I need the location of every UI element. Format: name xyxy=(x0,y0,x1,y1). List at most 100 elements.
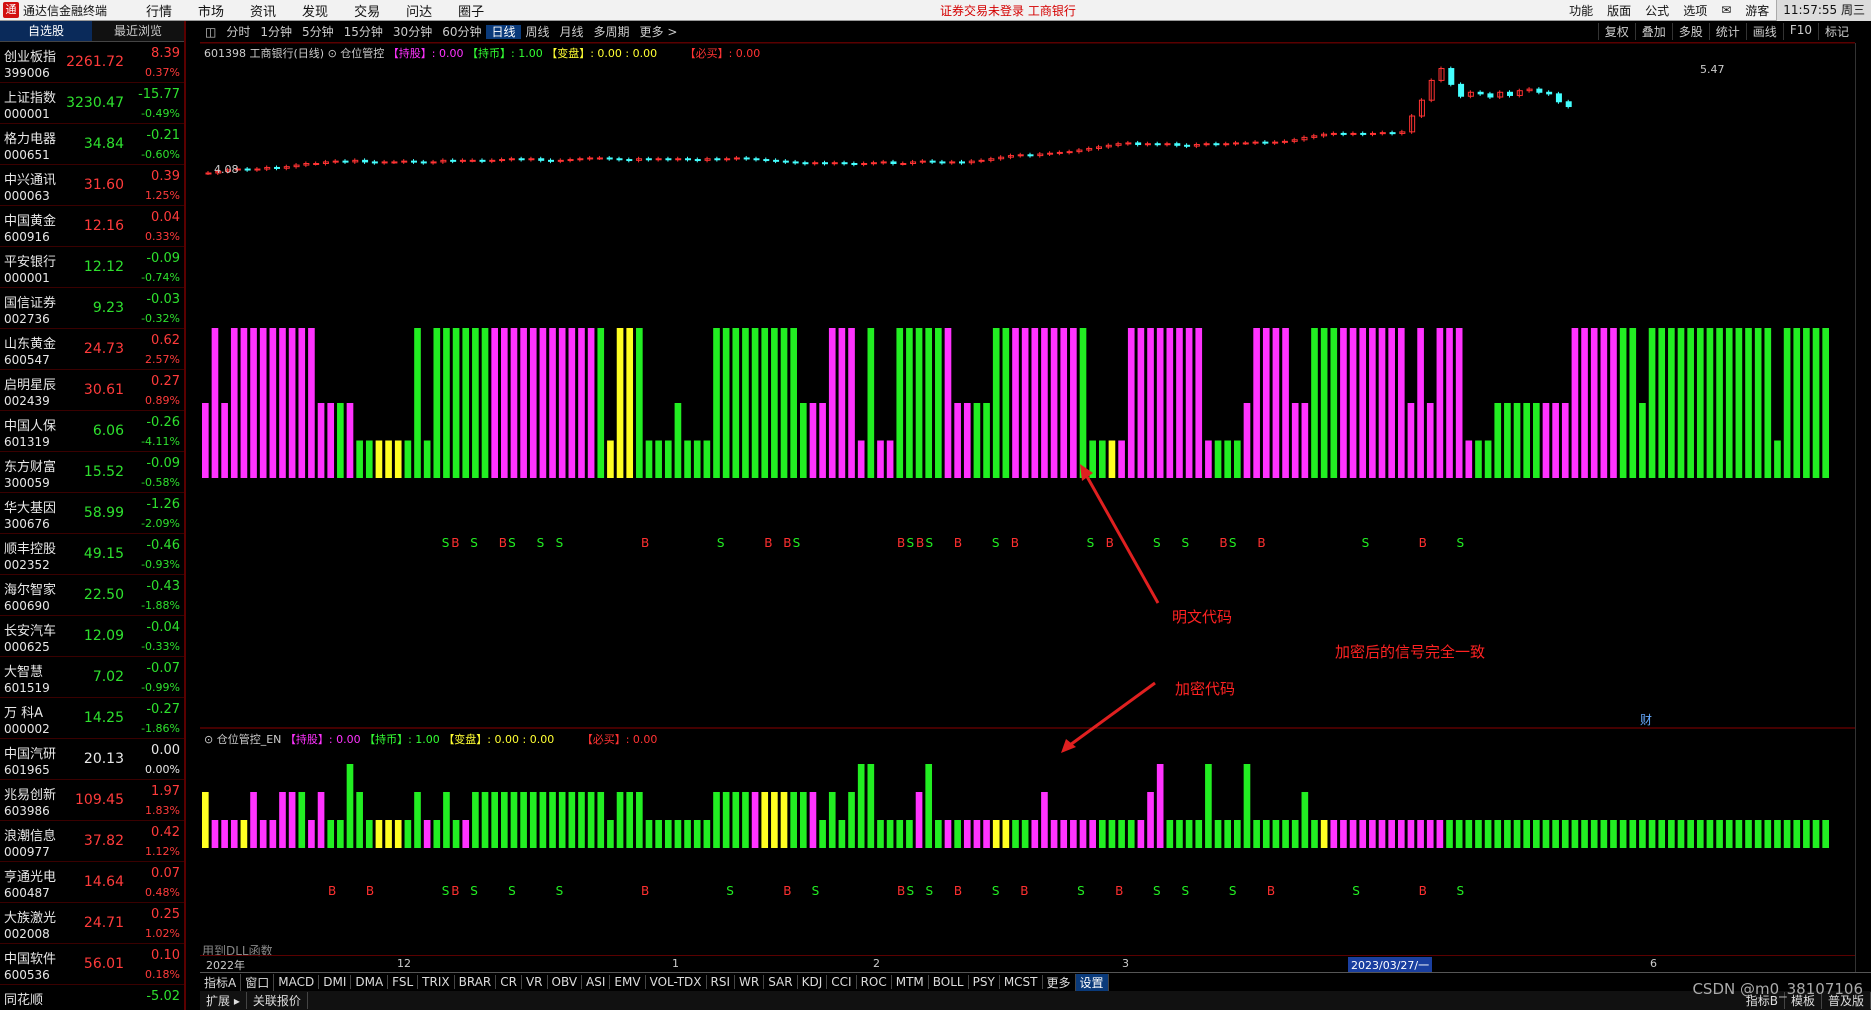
menu-item-discover[interactable]: 发现 xyxy=(289,1,341,20)
indicator-tab-10[interactable]: OBV xyxy=(548,975,583,989)
tool-6[interactable]: 标记 xyxy=(1817,23,1855,40)
watchlist-row[interactable]: 上证指数 000001 3230.47 -15.77 -0.49% xyxy=(0,83,184,124)
watchlist-row[interactable]: 启明星辰 002439 30.61 0.27 0.89% xyxy=(0,370,184,411)
mail-icon[interactable]: ✉ xyxy=(1714,3,1738,17)
period-3[interactable]: 15分钟 xyxy=(339,25,388,39)
stock-name: 中国人保 xyxy=(4,419,57,434)
watchlist-row[interactable]: 大族激光 002008 24.71 0.25 1.02% xyxy=(0,903,184,944)
indicator-tab-9[interactable]: VR xyxy=(522,975,548,989)
indicator-tab-15[interactable]: WR xyxy=(735,975,765,989)
watchlist-row[interactable]: 中兴通讯 000063 31.60 0.39 1.25% xyxy=(0,165,184,206)
chart-area[interactable]: SBSBSSSBSBBSBSBSBSBSBSSBSBSBSBBSBSSSBSBS… xyxy=(200,43,1855,963)
stock-price: 20.13 xyxy=(83,751,124,767)
watchlist-row[interactable]: 兆易创新 603986 109.45 1.97 1.83% xyxy=(0,780,184,821)
tab-favorites[interactable]: 自选股 xyxy=(0,21,92,42)
indicator-tab-12[interactable]: EMV xyxy=(610,975,646,989)
indicator-tab-11[interactable]: ASI xyxy=(582,975,611,989)
right-scrollbar[interactable] xyxy=(1855,43,1871,972)
watchlist-row[interactable]: 中国人保 601319 6.06 -0.26 -4.11% xyxy=(0,411,184,452)
indicator-tab-2[interactable]: MACD xyxy=(274,975,320,989)
menu-item-news[interactable]: 资讯 xyxy=(237,1,289,20)
indicator-toggle-icon[interactable]: ⊙ xyxy=(328,47,341,60)
lower-indicator-name[interactable]: 仓位管控_EN xyxy=(217,733,282,746)
watchlist-row[interactable]: 华大基因 300676 58.99 -1.26 -2.09% xyxy=(0,493,184,534)
fin-mark[interactable]: 财 xyxy=(1640,711,1652,728)
watchlist-row[interactable]: 山东黄金 600547 24.73 0.62 2.57% xyxy=(0,329,184,370)
tool-3[interactable]: 统计 xyxy=(1708,23,1746,40)
watchlist-row[interactable]: 海尔智家 600690 22.50 -0.43 -1.88% xyxy=(0,575,184,616)
menu-item-market[interactable]: 行情 xyxy=(133,1,185,20)
menu-item-trade[interactable]: 交易 xyxy=(341,1,393,20)
candle-body xyxy=(1066,151,1073,154)
tool-2[interactable]: 多股 xyxy=(1671,23,1709,40)
period-10[interactable]: 更多 > xyxy=(635,25,683,39)
indicator-tab-4[interactable]: DMA xyxy=(351,975,389,989)
menu-item-circle[interactable]: 圈子 xyxy=(445,1,497,20)
tab-recent[interactable]: 最近浏览 xyxy=(92,21,184,42)
indicator-tab-0[interactable]: 指标A xyxy=(200,973,242,991)
indicator-tab-24[interactable]: 更多 xyxy=(1043,973,1076,991)
period-5[interactable]: 60分钟 xyxy=(437,25,486,39)
stock-code: 601519 xyxy=(4,681,50,695)
watchlist-row[interactable]: 顺丰控股 002352 49.15 -0.46 -0.93% xyxy=(0,534,184,575)
watchlist-row[interactable]: 大智慧 601519 7.02 -0.07 -0.99% xyxy=(0,657,184,698)
watchlist-row[interactable]: 中国汽研 601965 20.13 0.00 0.00% xyxy=(0,739,184,780)
period-7[interactable]: 周线 xyxy=(521,25,555,39)
indicator-toggle-icon[interactable]: ⊙ xyxy=(204,733,217,746)
watchlist-row[interactable]: 格力电器 000651 34.84 -0.21 -0.60% xyxy=(0,124,184,165)
period-8[interactable]: 月线 xyxy=(555,25,589,39)
indicator-tab-8[interactable]: CR xyxy=(496,975,522,989)
indicator-tab-14[interactable]: RSI xyxy=(707,975,736,989)
watchlist-row[interactable]: 中国黄金 600916 12.16 0.04 0.33% xyxy=(0,206,184,247)
indicator-tab-22[interactable]: PSY xyxy=(969,975,1000,989)
indicator-tab-13[interactable]: VOL-TDX xyxy=(646,975,707,989)
related-quote-button[interactable]: 关联报价 xyxy=(247,992,308,1009)
menu-item-ask[interactable]: 问达 xyxy=(393,1,445,20)
tool-0[interactable]: 复权 xyxy=(1597,23,1635,40)
indicator-tab-5[interactable]: FSL xyxy=(388,975,419,989)
lower-bar xyxy=(1320,820,1328,848)
period-0[interactable]: 分时 xyxy=(221,25,255,39)
indicator-tab-3[interactable]: DMI xyxy=(319,975,352,989)
indicator-tab-23[interactable]: MCST xyxy=(1000,975,1043,989)
period-9[interactable]: 多周期 xyxy=(589,25,635,39)
indicator-tab-18[interactable]: CCI xyxy=(827,975,857,989)
indicator-tab-16[interactable]: SAR xyxy=(764,975,798,989)
watchlist-row[interactable]: 平安银行 000001 12.12 -0.09 -0.74% xyxy=(0,247,184,288)
watchlist-row[interactable]: 亨通光电 600487 14.64 0.07 0.48% xyxy=(0,862,184,903)
period-2[interactable]: 5分钟 xyxy=(297,25,339,39)
tool-5[interactable]: F10 xyxy=(1782,23,1818,40)
indicator-tab-17[interactable]: KDJ xyxy=(798,975,828,989)
period-1[interactable]: 1分钟 xyxy=(255,25,297,39)
indicator-tab-21[interactable]: BOLL xyxy=(929,975,969,989)
login-notice[interactable]: 证券交易未登录 工商银行 xyxy=(940,2,1076,19)
watchlist-row[interactable]: 长安汽车 000625 12.09 -0.04 -0.33% xyxy=(0,616,184,657)
user-guest[interactable]: 游客 xyxy=(1738,2,1776,19)
tool-1[interactable]: 叠加 xyxy=(1634,23,1672,40)
watchlist-row[interactable]: 中国软件 600536 56.01 0.10 0.18% xyxy=(0,944,184,985)
chart-canvas[interactable]: S B S B S S S B S B B S B S B S B S B S B S S B S B S B SB B S B S S S B S B S… xyxy=(200,43,1855,955)
watchlist-row[interactable]: 万 科A 000002 14.25 -0.27 -1.86% xyxy=(0,698,184,739)
indicator-tab-1[interactable]: 窗口 xyxy=(241,973,275,991)
menu-item-markets[interactable]: 市场 xyxy=(185,1,237,20)
expand-button[interactable]: 扩展 ▸ xyxy=(200,992,247,1009)
watchlist-row[interactable]: 国信证券 002736 9.23 -0.03 -0.32% xyxy=(0,288,184,329)
watchlist-row[interactable]: 同花顺 -5.02 xyxy=(0,985,184,1010)
watchlist-row[interactable]: 东方财富 300059 15.52 -0.09 -0.58% xyxy=(0,452,184,493)
panel-toggle-icon[interactable]: ◫ xyxy=(200,25,221,39)
menu-item-formula[interactable]: 公式 xyxy=(1638,2,1676,19)
indicator-tab-6[interactable]: TRIX xyxy=(418,975,455,989)
period-6[interactable]: 日线 xyxy=(486,25,521,39)
watchlist-row[interactable]: 创业板指 399006 2261.72 8.39 0.37% xyxy=(0,42,184,83)
menu-item-options[interactable]: 选项 xyxy=(1676,2,1714,19)
menu-item-function[interactable]: 功能 xyxy=(1562,2,1600,19)
indicator-tab-19[interactable]: ROC xyxy=(857,975,892,989)
indicator-name[interactable]: 仓位管控 xyxy=(340,47,384,60)
indicator-tab-20[interactable]: MTM xyxy=(892,975,929,989)
indicator-tab-25[interactable]: 设置 xyxy=(1075,973,1109,991)
period-4[interactable]: 30分钟 xyxy=(388,25,437,39)
menu-item-layout[interactable]: 版面 xyxy=(1600,2,1638,19)
watchlist-row[interactable]: 浪潮信息 000977 37.82 0.42 1.12% xyxy=(0,821,184,862)
tool-4[interactable]: 画线 xyxy=(1745,23,1783,40)
indicator-tab-7[interactable]: BRAR xyxy=(455,975,497,989)
